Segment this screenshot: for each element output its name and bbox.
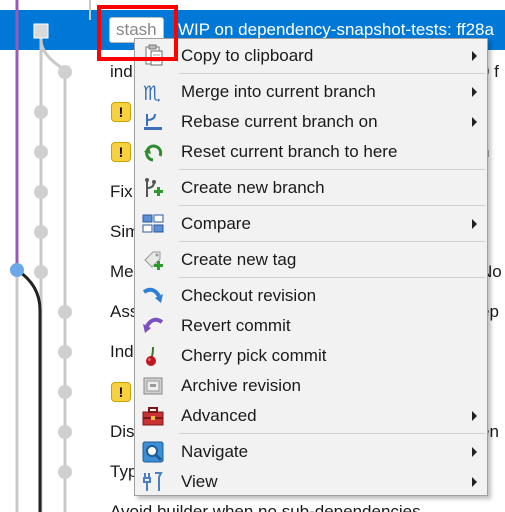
menu-item-rebase-current-branch-on[interactable]: Rebase current branch on [137, 107, 485, 137]
submenu-arrow-icon [472, 477, 477, 487]
menu-separator [179, 169, 485, 170]
rebase-icon [141, 110, 165, 134]
menu-item-label: Merge into current branch [181, 82, 376, 101]
menu-item-label: Revert commit [181, 316, 291, 335]
menu-item-label: Copy to clipboard [181, 46, 314, 65]
context-menu: Copy to clipboard ♏ Merge into current bra… [134, 38, 488, 496]
revision-message: Fix [110, 182, 133, 201]
menu-item-label: Archive revision [181, 376, 301, 395]
graph-line-dark [16, 268, 42, 512]
menu-item-copy-to-clipboard[interactable]: Copy to clipboard [137, 41, 485, 71]
menu-separator [179, 433, 485, 434]
menu-item-label: Checkout revision [181, 286, 317, 305]
menu-item-archive-revision[interactable]: Archive revision [137, 371, 485, 401]
menu-item-create-new-branch[interactable]: Create new branch [137, 173, 485, 203]
menu-item-label: Reset current branch to here [181, 142, 398, 161]
menu-item-label: Create new tag [181, 250, 297, 269]
annotation-highlight-box [97, 5, 178, 61]
menu-item-label: Rebase current branch on [181, 112, 378, 131]
revert-icon [141, 314, 165, 338]
menu-item-compare[interactable]: Compare [137, 209, 485, 239]
commit-node [58, 425, 72, 439]
view-tools-icon [141, 470, 165, 494]
menu-item-merge-into-current-branch[interactable]: ♏ Merge into current branch [137, 77, 485, 107]
reset-icon [141, 140, 165, 164]
revision-message: ind [110, 62, 133, 81]
menu-item-revert-commit[interactable]: Revert commit [137, 311, 485, 341]
commit-node [58, 465, 72, 479]
commit-node [34, 105, 48, 119]
menu-item-label: Compare [181, 214, 251, 233]
revision-message: WIP on dependency-snapshot-tests: ff28a [178, 20, 494, 39]
submenu-arrow-icon [472, 219, 477, 229]
submenu-arrow-icon [472, 51, 477, 61]
compare-icon [141, 212, 165, 236]
navigate-icon [141, 440, 165, 464]
new-branch-icon [141, 176, 165, 200]
archive-icon [141, 374, 165, 398]
warning-icon: ! [111, 382, 131, 402]
menu-item-view[interactable]: View [137, 467, 485, 497]
merge-icon: ♏ [141, 80, 165, 105]
submenu-arrow-icon [472, 447, 477, 457]
revision-message: Avoid builder when no sub-dependencies [110, 502, 421, 512]
commit-node [34, 145, 48, 159]
menu-item-advanced[interactable]: Advanced [137, 401, 485, 431]
menu-item-reset-current-branch-to-here[interactable]: Reset current branch to here [137, 137, 485, 167]
checkout-icon [141, 284, 165, 308]
svg-text:♏: ♏ [143, 81, 161, 104]
menu-separator [179, 205, 485, 206]
menu-separator [179, 277, 485, 278]
submenu-arrow-icon [472, 411, 477, 421]
menu-item-cherry-pick-commit[interactable]: Cherry pick commit [137, 341, 485, 371]
menu-item-navigate[interactable]: Navigate [137, 437, 485, 467]
submenu-arrow-icon [472, 87, 477, 97]
commit-node [34, 225, 48, 239]
cherry-icon [141, 344, 165, 368]
tag-icon [141, 248, 165, 272]
stash-node [33, 23, 49, 39]
commit-node [58, 305, 72, 319]
revision-message: Me [110, 262, 134, 281]
menu-item-create-new-tag[interactable]: Create new tag [137, 245, 485, 275]
commit-graph [10, 0, 91, 512]
commit-node [58, 65, 72, 79]
commit-node [34, 185, 48, 199]
warning-icon: ! [111, 142, 131, 162]
submenu-arrow-icon [472, 117, 477, 127]
revision-message: Ind [110, 342, 134, 361]
menu-separator [179, 73, 485, 74]
toolbox-icon [141, 404, 165, 428]
menu-item-label: Cherry pick commit [181, 346, 327, 365]
commit-node [58, 345, 72, 359]
menu-item-checkout-revision[interactable]: Checkout revision [137, 281, 485, 311]
menu-item-label: Advanced [181, 406, 257, 425]
menu-item-label: Create new branch [181, 178, 325, 197]
menu-separator [179, 241, 485, 242]
menu-item-label: View [181, 472, 218, 491]
commit-node-head [10, 263, 24, 277]
menu-item-label: Navigate [181, 442, 249, 461]
commit-node [34, 265, 48, 279]
warning-icon: ! [111, 102, 131, 122]
revision-message: Dis [110, 422, 135, 441]
commit-node [58, 385, 72, 399]
